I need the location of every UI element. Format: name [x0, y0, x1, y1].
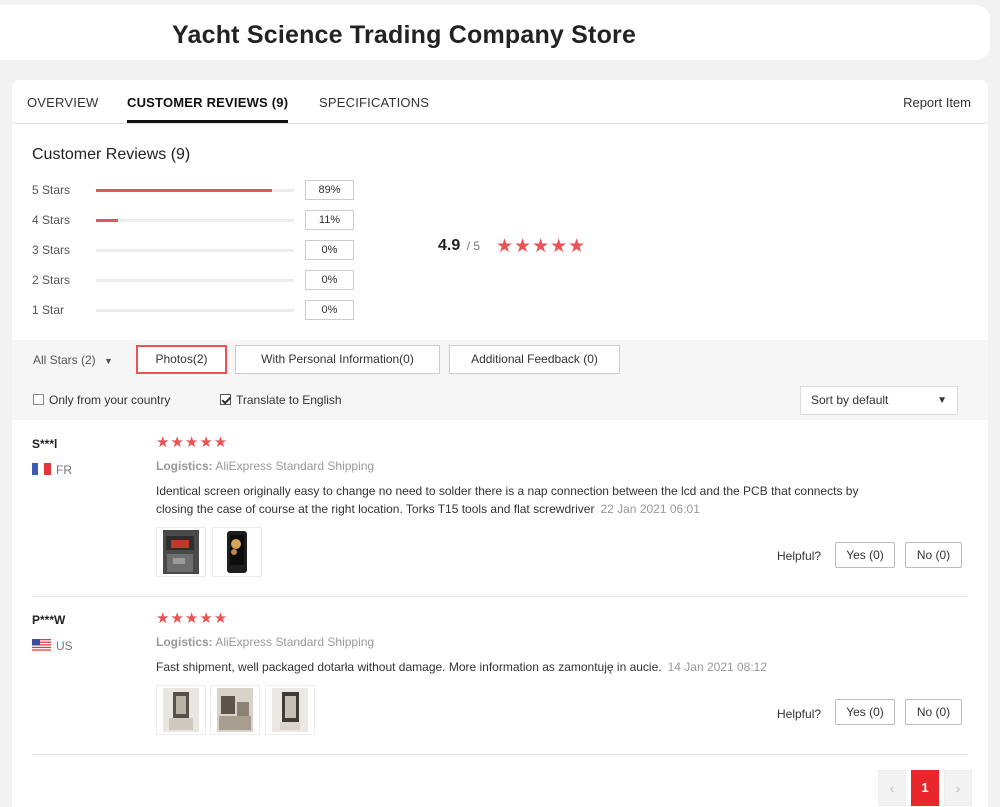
average-rating: 4.9 / 5	[438, 237, 480, 255]
logistics-label: Logistics:	[156, 635, 213, 649]
pagination-next-button[interactable]: ›	[944, 770, 972, 806]
all-stars-dropdown[interactable]: All Stars (2) ▼	[33, 353, 113, 367]
review-filters: All Stars (2) ▼ Photos(2) With Personal …	[12, 340, 988, 420]
helpful-no-button[interactable]: No (0)	[905, 542, 962, 568]
rating-bar-fill	[96, 189, 273, 192]
pagination-prev-button[interactable]: ‹	[878, 770, 906, 806]
review-item: S***l FR ★★★★★ Logistics: AliExpress Sta…	[32, 434, 968, 597]
sort-label: Sort by default	[811, 393, 889, 407]
review-photo-thumbnail[interactable]	[156, 685, 206, 735]
rating-row-4[interactable]: 4 Stars 11%	[32, 210, 362, 230]
photo-image	[163, 530, 199, 574]
rating-row-2[interactable]: 2 Stars 0%	[32, 270, 362, 290]
review-divider	[32, 596, 968, 597]
helpful-no-button[interactable]: No (0)	[905, 699, 962, 725]
only-country-label: Only from your country	[49, 393, 171, 407]
photo-image	[219, 530, 255, 574]
france-flag-icon	[32, 463, 51, 475]
filter-personal-info-chip[interactable]: With Personal Information(0)	[235, 345, 440, 374]
logistics-value: AliExpress Standard Shipping	[215, 459, 375, 473]
tab-bar: OVERVIEW CUSTOMER REVIEWS (9) SPECIFICAT…	[12, 80, 988, 124]
translate-label: Translate to English	[236, 393, 342, 407]
review-date: 22 Jan 2021 06:01	[600, 502, 700, 516]
logistics-label: Logistics:	[156, 459, 213, 473]
review-item: P***W US ★★★★★ Logistics: AliExpress Sta…	[32, 610, 968, 773]
active-tab-indicator	[127, 120, 288, 123]
rating-percent: 0%	[305, 240, 354, 260]
rating-percent: 89%	[305, 180, 354, 200]
review-date: 14 Jan 2021 08:12	[667, 660, 768, 674]
country-code: FR	[56, 463, 72, 477]
tab-overview[interactable]: OVERVIEW	[27, 95, 98, 110]
review-photo-thumbnail[interactable]	[265, 685, 315, 735]
helpful-label: Helpful?	[777, 707, 822, 721]
reviewer-name: S***l	[32, 437, 58, 451]
average-rating-max: / 5	[466, 239, 481, 253]
filter-additional-feedback-chip[interactable]: Additional Feedback (0)	[449, 345, 620, 374]
chevron-down-icon: ▼	[104, 356, 113, 366]
helpful-yes-button[interactable]: Yes (0)	[835, 542, 895, 568]
review-body: Identical screen originally easy to chan…	[156, 484, 859, 516]
photo-image	[217, 688, 253, 732]
review-text: Identical screen originally easy to chan…	[156, 482, 886, 518]
rating-row-3[interactable]: 3 Stars 0%	[32, 240, 362, 260]
rating-label: 4 Stars	[32, 213, 71, 227]
reviewer-country: FR	[32, 463, 72, 477]
average-rating-value: 4.9	[438, 237, 461, 254]
logistics-value: AliExpress Standard Shipping	[215, 635, 375, 649]
only-country-checkbox[interactable]: Only from your country	[33, 393, 170, 407]
rating-row-5[interactable]: 5 Stars 89%	[32, 180, 362, 200]
reviewer-country: US	[32, 639, 73, 653]
tab-specifications[interactable]: SPECIFICATIONS	[319, 95, 429, 110]
chevron-down-icon: ▼	[937, 395, 947, 406]
reviewer-name: P***W	[32, 613, 66, 627]
rating-bar-track	[96, 309, 294, 312]
rating-bar-track	[96, 249, 294, 252]
checkbox-icon	[33, 394, 44, 405]
photo-image	[272, 688, 308, 732]
average-star-icons: ★★★★★	[496, 236, 587, 257]
country-code: US	[56, 639, 73, 653]
rating-bar-track	[96, 279, 294, 282]
review-logistics: Logistics: AliExpress Standard Shipping	[156, 459, 374, 473]
reviews-heading: Customer Reviews (9)	[32, 146, 191, 163]
sort-select[interactable]: Sort by default ▼	[800, 386, 958, 415]
review-star-icons: ★★★★★	[156, 434, 229, 451]
review-divider	[32, 754, 968, 755]
rating-label: 1 Star	[32, 303, 65, 317]
reviews-panel: OVERVIEW CUSTOMER REVIEWS (9) SPECIFICAT…	[12, 80, 988, 807]
tab-customer-reviews[interactable]: CUSTOMER REVIEWS (9)	[127, 95, 288, 110]
photo-image	[163, 688, 199, 732]
review-text: Fast shipment, well packaged dotarła wit…	[156, 658, 886, 676]
rating-percent: 0%	[305, 270, 354, 290]
rating-bar-track	[96, 189, 294, 192]
review-body: Fast shipment, well packaged dotarła wit…	[156, 660, 662, 674]
review-logistics: Logistics: AliExpress Standard Shipping	[156, 635, 374, 649]
all-stars-label: All Stars (2)	[33, 353, 96, 367]
pagination-current-page[interactable]: 1	[911, 770, 939, 806]
review-photo-thumbnail[interactable]	[156, 527, 206, 577]
rating-percent: 0%	[305, 300, 354, 320]
filter-photos-chip[interactable]: Photos(2)	[136, 345, 227, 374]
checkbox-checked-icon	[220, 394, 231, 405]
translate-checkbox[interactable]: Translate to English	[220, 393, 342, 407]
helpful-label: Helpful?	[777, 549, 822, 563]
rating-percent: 11%	[305, 210, 354, 230]
rating-label: 2 Stars	[32, 273, 71, 287]
usa-flag-icon	[32, 639, 51, 651]
review-photo-thumbnail[interactable]	[210, 685, 260, 735]
store-header: Yacht Science Trading Company Store	[0, 5, 990, 60]
helpful-yes-button[interactable]: Yes (0)	[835, 699, 895, 725]
review-star-icons: ★★★★★	[156, 610, 229, 627]
rating-label: 3 Stars	[32, 243, 71, 257]
rating-bar-track	[96, 219, 294, 222]
review-photo-thumbnail[interactable]	[212, 527, 262, 577]
store-title: Yacht Science Trading Company Store	[172, 21, 637, 49]
report-item-link[interactable]: Report Item	[903, 95, 971, 110]
rating-label: 5 Stars	[32, 183, 71, 197]
rating-bar-fill	[96, 219, 118, 222]
rating-row-1[interactable]: 1 Star 0%	[32, 300, 362, 320]
